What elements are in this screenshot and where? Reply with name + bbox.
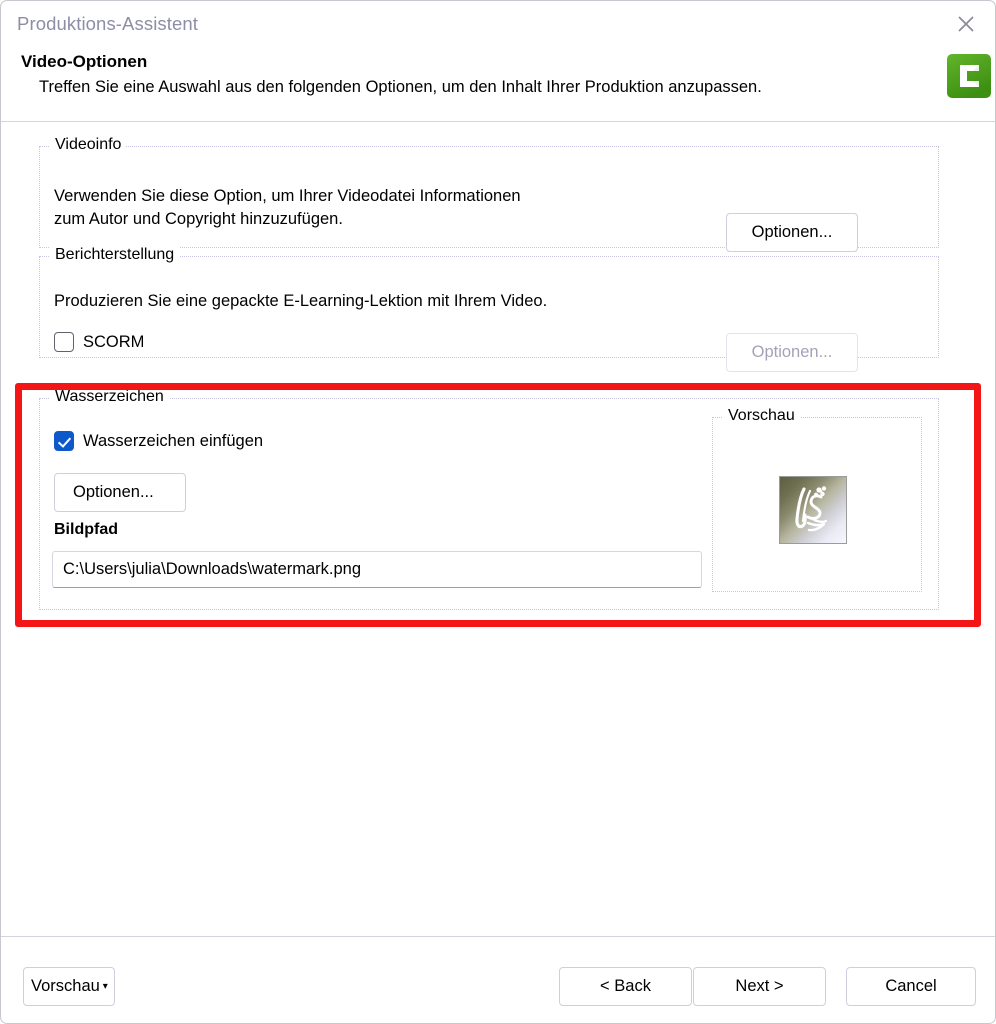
group-berichterstellung-legend: Berichterstellung: [50, 246, 180, 264]
group-vorschau-legend: Vorschau: [723, 407, 800, 425]
insert-watermark-checkbox-row[interactable]: Wasserzeichen einfügen: [54, 431, 263, 451]
group-videoinfo: Videoinfo Verwenden Sie diese Option, um…: [39, 136, 939, 252]
watermark-options-button[interactable]: Optionen...: [54, 473, 186, 512]
insert-watermark-checkbox[interactable]: [54, 431, 74, 451]
group-wasserzeichen: Wasserzeichen Wasserzeichen einfügen Opt…: [39, 388, 939, 610]
next-button[interactable]: Next >: [693, 967, 826, 1006]
group-videoinfo-legend: Videoinfo: [50, 136, 127, 154]
insert-watermark-label: Wasserzeichen einfügen: [83, 431, 264, 450]
videoinfo-options-button[interactable]: Optionen...: [726, 213, 858, 252]
berichterstellung-options-button: Optionen...: [726, 333, 858, 372]
production-wizard-window: Produktions-Assistent Video-Optionen Tre…: [0, 0, 996, 1024]
camtasia-logo-icon: [947, 54, 991, 98]
image-path-label: Bildpfad: [54, 521, 118, 538]
scorm-checkbox[interactable]: [54, 332, 74, 352]
group-vorschau: Vorschau: [712, 407, 922, 592]
close-button[interactable]: [943, 5, 989, 43]
preview-button-label: Vorschau: [31, 977, 100, 995]
page-subtitle: Treffen Sie eine Auswahl aus den folgend…: [39, 78, 762, 96]
page-header: Video-Optionen Treffen Sie eine Auswahl …: [1, 47, 995, 121]
videoinfo-description: Verwenden Sie diese Option, um Ihrer Vid…: [54, 187, 521, 228]
image-path-input[interactable]: [52, 551, 702, 588]
group-wasserzeichen-legend: Wasserzeichen: [50, 388, 169, 406]
scorm-label: SCORM: [83, 332, 145, 351]
back-button[interactable]: < Back: [559, 967, 692, 1006]
window-title: Produktions-Assistent: [17, 13, 199, 34]
watermark-preview-thumbnail: [779, 476, 847, 544]
group-berichterstellung: Berichterstellung Produzieren Sie eine g…: [39, 246, 939, 372]
chevron-down-icon: ▾: [102, 980, 108, 992]
wizard-footer: Vorschau ▾ < Back Next > Cancel: [1, 937, 995, 1023]
cancel-button[interactable]: Cancel: [846, 967, 976, 1006]
scorm-checkbox-row[interactable]: SCORM: [54, 332, 144, 352]
berichterstellung-description: Produzieren Sie eine gepackte E-Learning…: [54, 292, 548, 310]
preview-split-button[interactable]: Vorschau ▾: [23, 967, 115, 1006]
title-bar: Produktions-Assistent: [1, 1, 995, 47]
page-title: Video-Optionen: [21, 52, 148, 71]
close-icon: [955, 13, 977, 35]
options-content: Videoinfo Verwenden Sie diese Option, um…: [1, 122, 995, 934]
